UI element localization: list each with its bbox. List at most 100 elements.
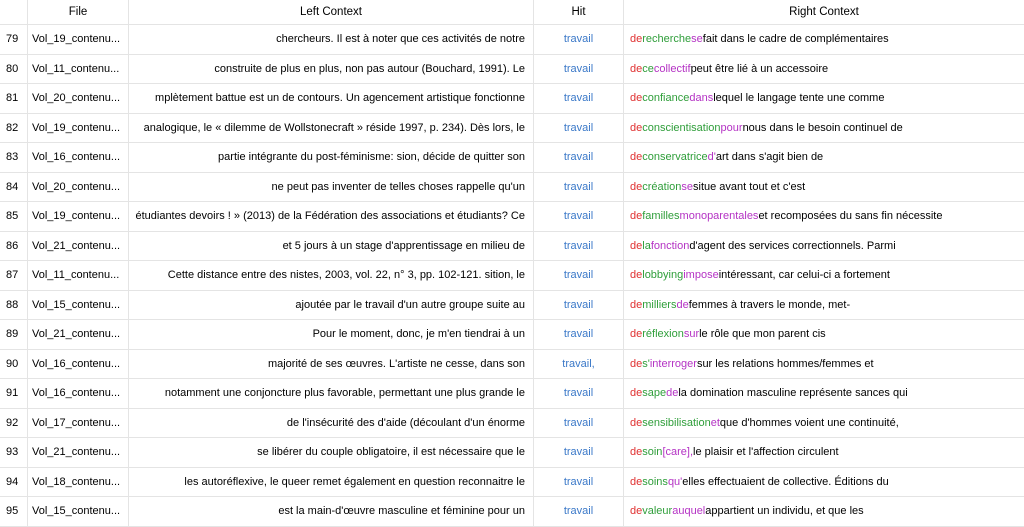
row-number[interactable]: 81 [0, 84, 28, 113]
hit-cell[interactable]: travail [534, 143, 624, 172]
file-cell[interactable]: Vol_11_contenu... [28, 54, 129, 83]
right-context-cell[interactable]: de milliers de femmes à travers le monde… [624, 291, 1024, 320]
right-context-cell[interactable]: de lobbying impose intéressant, car celu… [624, 261, 1024, 290]
left-context-cell[interactable]: chercheurs. Il est à noter que ces activ… [129, 25, 534, 54]
table-row[interactable]: 89 Vol_21_contenu... Pour le moment, donc,… [0, 320, 1024, 350]
table-row[interactable]: 91 Vol_16_contenu... notamment une conjonc… [0, 379, 1024, 409]
row-number[interactable]: 86 [0, 231, 28, 260]
header-right-context[interactable]: Right Context [624, 0, 1024, 24]
row-number[interactable]: 90 [0, 349, 28, 378]
file-cell[interactable]: Vol_16_contenu... [28, 349, 129, 378]
row-number[interactable]: 82 [0, 113, 28, 142]
table-row[interactable]: 80 Vol_11_contenu... construite de plus en… [0, 54, 1024, 84]
hit-cell[interactable]: travail, [534, 349, 624, 378]
left-context-cell[interactable]: ne peut pas inventer de telles choses ra… [129, 172, 534, 201]
header-hit[interactable]: Hit [534, 0, 624, 24]
hit-cell[interactable]: travail [534, 379, 624, 408]
row-number[interactable]: 93 [0, 438, 28, 467]
left-context-cell[interactable]: Cette distance entre des nistes, 2003, v… [129, 261, 534, 290]
row-number[interactable]: 94 [0, 467, 28, 496]
hit-cell[interactable]: travail [534, 231, 624, 260]
row-number[interactable]: 79 [0, 25, 28, 54]
right-context-cell[interactable]: de la fonction d'agent des services corr… [624, 232, 1024, 261]
file-cell[interactable]: Vol_11_contenu... [28, 261, 129, 290]
table-row[interactable]: 87 Vol_11_contenu... Cette distance entre … [0, 261, 1024, 291]
hit-cell[interactable]: travail [534, 497, 624, 526]
right-context-cell[interactable]: de création se situe avant tout et c'est [624, 173, 1024, 202]
right-context-cell[interactable]: de ce collectif peut être lié à un acces… [624, 55, 1024, 84]
file-cell[interactable]: Vol_19_contenu... [28, 202, 129, 231]
file-cell[interactable]: Vol_15_contenu... [28, 497, 129, 526]
right-context-cell[interactable]: de conservatrice d' art dans s'agit bien… [624, 143, 1024, 172]
hit-cell[interactable]: travail [534, 290, 624, 319]
row-number[interactable]: 85 [0, 202, 28, 231]
hit-cell[interactable]: travail [534, 438, 624, 467]
left-context-cell[interactable]: est la main-d'œuvre masculine et féminin… [129, 497, 534, 526]
row-number[interactable]: 83 [0, 143, 28, 172]
table-row[interactable]: 81 Vol_20_contenu... mplètement battue est… [0, 84, 1024, 114]
row-number[interactable]: 88 [0, 290, 28, 319]
right-context-cell[interactable]: de sape de la domination masculine repré… [624, 379, 1024, 408]
table-row[interactable]: 94 Vol_18_contenu... les autoréflexive, le… [0, 467, 1024, 497]
file-cell[interactable]: Vol_17_contenu... [28, 408, 129, 437]
left-context-cell[interactable]: les autoréflexive, le queer remet égalem… [129, 467, 534, 496]
row-number[interactable]: 91 [0, 379, 28, 408]
table-row[interactable]: 93 Vol_21_contenu... se libérer du couple … [0, 438, 1024, 468]
hit-cell[interactable]: travail [534, 320, 624, 349]
hit-cell[interactable]: travail [534, 261, 624, 290]
header-file[interactable]: File [28, 0, 129, 24]
table-row[interactable]: 82 Vol_19_contenu... analogique, le « dile… [0, 113, 1024, 143]
hit-cell[interactable]: travail [534, 202, 624, 231]
table-row[interactable]: 92 Vol_17_contenu... de l'insécurité des d… [0, 408, 1024, 438]
left-context-cell[interactable]: majorité de ses œuvres. L'artiste ne ces… [129, 349, 534, 378]
table-row[interactable]: 83 Vol_16_contenu... partie intégrante du … [0, 143, 1024, 173]
file-cell[interactable]: Vol_20_contenu... [28, 84, 129, 113]
row-number[interactable]: 92 [0, 408, 28, 437]
file-cell[interactable]: Vol_20_contenu... [28, 172, 129, 201]
hit-cell[interactable]: travail [534, 408, 624, 437]
left-context-cell[interactable]: et 5 jours à un stage d'apprentissage en… [129, 231, 534, 260]
file-cell[interactable]: Vol_19_contenu... [28, 113, 129, 142]
right-context-cell[interactable]: de valeur auquel appartient un individu,… [624, 497, 1024, 526]
row-number[interactable]: 87 [0, 261, 28, 290]
right-context-cell[interactable]: de recherche se fait dans le cadre de co… [624, 25, 1024, 54]
right-context-cell[interactable]: de confiance dans lequel le langage tent… [624, 84, 1024, 113]
left-context-cell[interactable]: mplètement battue est un de contours. Un… [129, 84, 534, 113]
left-context-cell[interactable]: Pour le moment, donc, je m'en tiendrai à… [129, 320, 534, 349]
row-number[interactable]: 84 [0, 172, 28, 201]
right-context-cell[interactable]: de familles monoparentales et recomposée… [624, 202, 1024, 231]
left-context-cell[interactable]: se libérer du couple obligatoire, il est… [129, 438, 534, 467]
file-cell[interactable]: Vol_15_contenu... [28, 290, 129, 319]
table-row[interactable]: 79 Vol_19_contenu... chercheurs. Il est à … [0, 25, 1024, 55]
file-cell[interactable]: Vol_16_contenu... [28, 379, 129, 408]
file-cell[interactable]: Vol_18_contenu... [28, 467, 129, 496]
table-row[interactable]: 85 Vol_19_contenu... étudiantes devoirs ! … [0, 202, 1024, 232]
table-row[interactable]: 88 Vol_15_contenu... ajoutée par le travai… [0, 290, 1024, 320]
file-cell[interactable]: Vol_21_contenu... [28, 320, 129, 349]
left-context-cell[interactable]: partie intégrante du post-féminisme: sio… [129, 143, 534, 172]
right-context-cell[interactable]: de soins qu' elles effectuaient de colle… [624, 468, 1024, 497]
left-context-cell[interactable]: analogique, le « dilemme de Wollstonecra… [129, 113, 534, 142]
left-context-cell[interactable]: étudiantes devoirs ! » (2013) de la Fédé… [129, 202, 534, 231]
header-left-context[interactable]: Left Context [129, 0, 534, 24]
table-row[interactable]: 86 Vol_21_contenu... et 5 jours à un stage… [0, 231, 1024, 261]
row-number[interactable]: 89 [0, 320, 28, 349]
file-cell[interactable]: Vol_21_contenu... [28, 438, 129, 467]
table-row[interactable]: 95 Vol_15_contenu... est la main-d'œuvre m… [0, 497, 1024, 527]
left-context-cell[interactable]: de l'insécurité des d'aide (découlant d'… [129, 408, 534, 437]
file-cell[interactable]: Vol_21_contenu... [28, 231, 129, 260]
left-context-cell[interactable]: notamment une conjoncture plus favorable… [129, 379, 534, 408]
header-num[interactable] [0, 0, 28, 24]
hit-cell[interactable]: travail [534, 84, 624, 113]
row-number[interactable]: 80 [0, 54, 28, 83]
hit-cell[interactable]: travail [534, 172, 624, 201]
row-number[interactable]: 95 [0, 497, 28, 526]
right-context-cell[interactable]: de conscientisation pour nous dans le be… [624, 114, 1024, 143]
file-cell[interactable]: Vol_16_contenu... [28, 143, 129, 172]
file-cell[interactable]: Vol_19_contenu... [28, 25, 129, 54]
right-context-cell[interactable]: de soin [care], le plaisir et l'affectio… [624, 438, 1024, 467]
hit-cell[interactable]: travail [534, 25, 624, 54]
table-row[interactable]: 90 Vol_16_contenu... majorité de ses œuvre… [0, 349, 1024, 379]
hit-cell[interactable]: travail [534, 54, 624, 83]
right-context-cell[interactable]: de sensibilisation et que d'hommes voien… [624, 409, 1024, 438]
